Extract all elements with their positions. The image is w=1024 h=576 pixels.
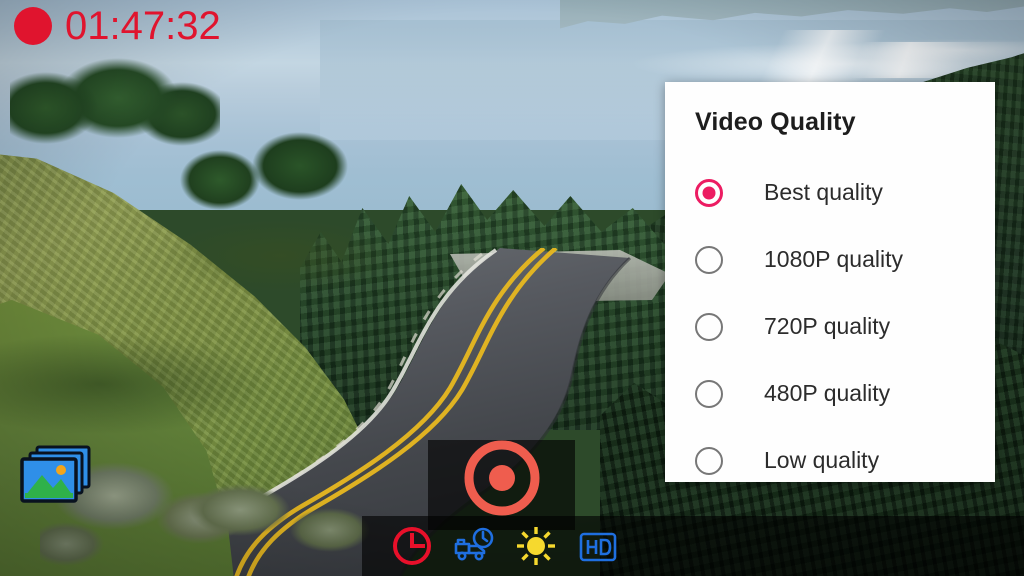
option-label: 720P quality xyxy=(764,313,891,339)
duration-button[interactable] xyxy=(390,524,434,568)
option-low-quality[interactable]: Low quality xyxy=(665,427,995,494)
radio-button-icon[interactable] xyxy=(695,245,723,274)
option-label: 480P quality xyxy=(764,380,891,406)
brightness-button[interactable] xyxy=(514,524,558,568)
dialog-title: Video Quality xyxy=(695,108,856,136)
video-quality-option-list: Best quality 1080P quality 720P quality … xyxy=(665,159,995,494)
radio-button-selected-icon[interactable] xyxy=(695,178,723,207)
camera-app-screen: 01:47:32 Video Quality Best quality 1080… xyxy=(0,0,1024,576)
option-1080p-quality[interactable]: 1080P quality xyxy=(665,226,995,293)
record-status-dot-icon xyxy=(14,7,52,45)
option-720p-quality[interactable]: 720P quality xyxy=(665,293,995,360)
option-best-quality[interactable]: Best quality xyxy=(665,159,995,226)
radio-button-icon[interactable] xyxy=(695,312,723,341)
video-quality-dialog: Video Quality Best quality 1080P quality… xyxy=(665,82,995,482)
gallery-button[interactable] xyxy=(17,441,97,513)
option-label: Best quality xyxy=(764,179,883,205)
camera-toolbar xyxy=(390,524,620,568)
gallery-icon xyxy=(20,445,91,503)
time-lapse-button[interactable] xyxy=(452,524,496,568)
option-label: Low quality xyxy=(764,447,880,473)
radio-button-icon[interactable] xyxy=(695,379,723,408)
recording-indicator-group: 01:47:32 xyxy=(14,6,221,46)
hd-button[interactable] xyxy=(576,524,620,568)
clock-icon xyxy=(393,527,431,565)
rock-outcrop-secondary xyxy=(180,470,390,576)
hd-icon xyxy=(579,532,617,562)
tree-cluster-mid-left xyxy=(180,120,380,250)
sun-icon xyxy=(517,527,555,565)
truck-clock-icon xyxy=(454,527,494,561)
radio-button-icon[interactable] xyxy=(695,446,723,475)
option-480p-quality[interactable]: 480P quality xyxy=(665,360,995,427)
record-icon xyxy=(464,440,540,516)
recording-elapsed-time: 01:47:32 xyxy=(65,4,221,48)
record-button[interactable] xyxy=(464,440,540,516)
option-label: 1080P quality xyxy=(764,246,903,272)
